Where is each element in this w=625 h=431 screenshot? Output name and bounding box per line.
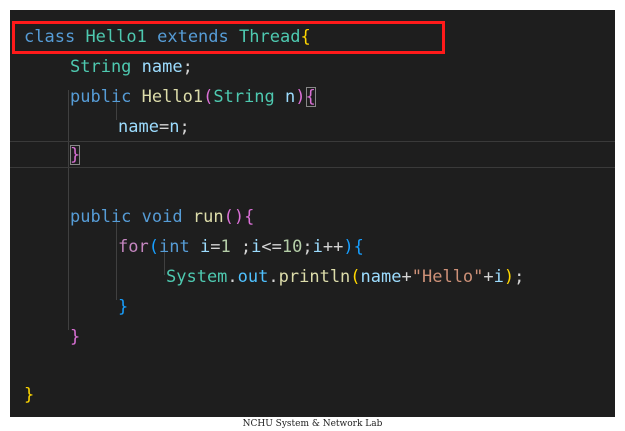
code-line-7[interactable]: public void run(){ xyxy=(10,202,615,232)
footer-caption: NCHU System & Network Lab xyxy=(242,419,383,429)
keyword-public: public xyxy=(70,87,132,107)
assign-op: = xyxy=(210,237,221,257)
class-close-brace: } xyxy=(24,385,35,405)
code-line-4[interactable]: name=n; xyxy=(10,112,615,142)
loop-var: i xyxy=(312,237,323,257)
keyword-for: for xyxy=(118,237,149,257)
paren-close: ) xyxy=(295,87,306,107)
number-literal: 10 xyxy=(281,237,303,257)
separator: ; xyxy=(302,237,313,257)
paren-open: ( xyxy=(148,237,159,257)
code-line-11[interactable]: } xyxy=(10,322,615,352)
keyword-public: public xyxy=(70,207,132,227)
code-line-2[interactable]: String name; xyxy=(10,52,615,82)
paren-close: ) xyxy=(503,267,515,287)
paren-close: ) xyxy=(343,237,354,257)
code-line-13[interactable]: } xyxy=(10,380,615,410)
constructor-close-brace: } xyxy=(70,145,81,165)
method-parens: () xyxy=(223,207,245,227)
semicolon: ; xyxy=(182,57,193,77)
code-editor[interactable]: class Hello1 extends Thread{ String name… xyxy=(10,10,615,417)
compare-op: <= xyxy=(261,237,282,257)
code-line-8[interactable]: for(int i=1 ;i<=10;i++){ xyxy=(10,232,615,262)
for-close-brace: } xyxy=(118,297,129,317)
loop-var: i xyxy=(251,237,262,257)
method-close-brace: } xyxy=(70,327,81,347)
assign-value: n xyxy=(169,117,180,137)
string-literal: "Hello" xyxy=(411,267,484,287)
loop-var: i xyxy=(493,267,504,287)
plus-op: + xyxy=(483,267,494,287)
plus-op: + xyxy=(401,267,412,287)
method-name: run xyxy=(192,207,224,227)
semicolon: ; xyxy=(514,267,525,287)
method-open-brace: { xyxy=(244,207,255,227)
system-class: System xyxy=(166,267,228,287)
constructor-open-brace: { xyxy=(305,87,316,107)
semicolon: ; xyxy=(179,117,190,137)
name-var: name xyxy=(360,267,402,287)
code-line-5[interactable]: } xyxy=(10,140,615,170)
type-string: String xyxy=(70,57,132,77)
constructor-name: Hello1 xyxy=(141,87,204,107)
keyword-int: int xyxy=(158,237,190,257)
param-name: n xyxy=(285,87,296,107)
for-open-brace: { xyxy=(353,237,364,257)
assign-target: name xyxy=(118,117,159,137)
dot: . xyxy=(227,267,238,287)
dot: . xyxy=(268,267,279,287)
paren-open: ( xyxy=(350,267,361,287)
loop-var: i xyxy=(199,237,211,257)
out-field: out xyxy=(237,267,269,287)
class-declaration-highlight xyxy=(12,21,445,54)
param-type: String xyxy=(213,87,275,107)
code-line-10[interactable]: } xyxy=(10,292,615,322)
assign-op: = xyxy=(158,117,170,137)
increment-op: ++ xyxy=(322,237,344,257)
code-line-9[interactable]: System.out.println(name+"Hello"+i); xyxy=(10,262,615,292)
number-literal: 1 xyxy=(220,237,231,257)
code-line-3[interactable]: public Hello1(String n){ xyxy=(10,82,615,112)
println-method: println xyxy=(278,267,351,287)
field-name: name xyxy=(141,57,183,77)
keyword-void: void xyxy=(141,207,183,227)
paren-open: ( xyxy=(203,87,214,107)
separator: ; xyxy=(230,237,252,257)
